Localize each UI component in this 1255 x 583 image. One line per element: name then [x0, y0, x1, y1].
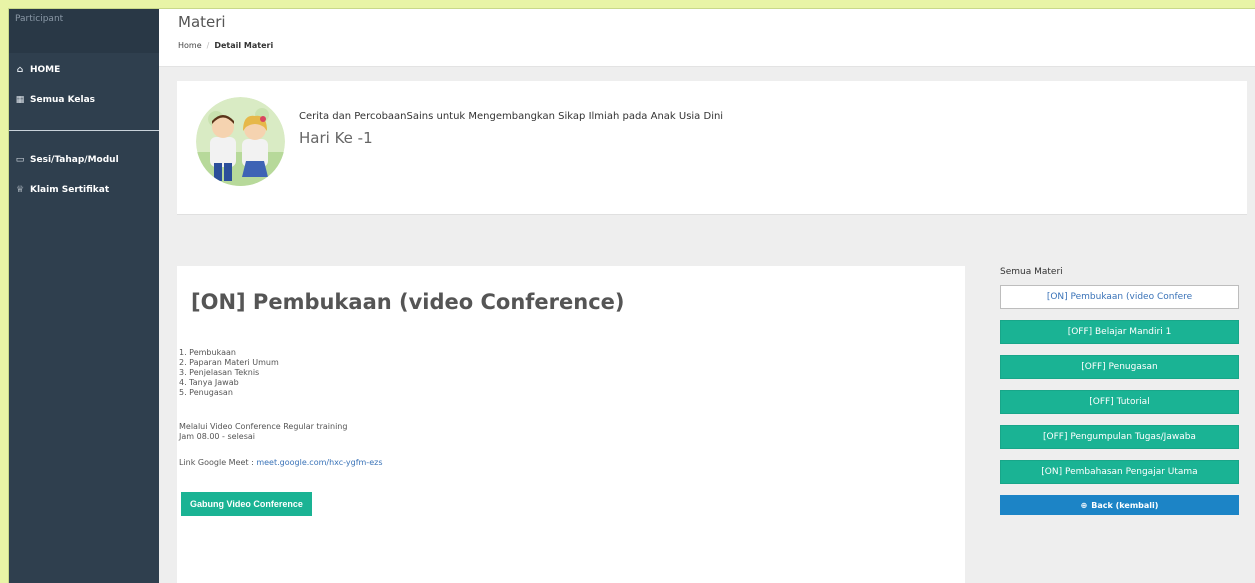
back-button-label: Back (kembali) — [1091, 500, 1159, 510]
material-item-tutorial[interactable]: [OFF] Tutorial — [1000, 390, 1239, 414]
back-arrow-icon: ⊕ — [1080, 500, 1088, 510]
course-title: Cerita dan PercobaanSains untuk Mengemba… — [299, 111, 724, 122]
join-video-conference-button[interactable]: Gabung Video Conference — [181, 492, 312, 516]
sidebar-item-semua-kelas[interactable]: ▦ Semua Kelas — [15, 95, 95, 105]
course-day: Hari Ke -1 — [299, 129, 373, 147]
agenda-item: 1. Pembukaan — [179, 348, 236, 357]
materials-panel: Semua Materi [ON] Pembukaan (video Confe… — [1000, 267, 1240, 526]
material-item-pengumpulan[interactable]: [OFF] Pengumpulan Tugas/Jawaba — [1000, 425, 1239, 449]
meet-link-line: Link Google Meet : meet.google.com/hxc-y… — [179, 458, 382, 467]
agenda-item: 2. Paparan Materi Umum — [179, 358, 279, 367]
page-header: Materi Home / Detail Materi — [159, 9, 1255, 67]
user-role: Participant — [15, 14, 64, 24]
meet-link[interactable]: meet.google.com/hxc-ygfm-ezs — [256, 458, 382, 467]
agenda-list: 1. Pembukaan 2. Paparan Materi Umum 3. P… — [179, 348, 279, 398]
material-detail-card: [ON] Pembukaan (video Conference) 1. Pem… — [177, 266, 965, 583]
sidebar-item-label: Semua Kelas — [30, 95, 96, 105]
sidebar-item-label: Klaim Sertifikat — [30, 185, 110, 195]
back-button[interactable]: ⊕ Back (kembali) — [1000, 495, 1239, 515]
material-item-pembahasan[interactable]: [ON] Pembahasan Pengajar Utama — [1000, 460, 1239, 484]
sidebar: Participant ⌂ HOME ▦ Semua Kelas ▭ Sesi/… — [9, 9, 159, 583]
breadcrumb-current: Detail Materi — [214, 41, 274, 50]
meet-link-label: Link Google Meet : — [179, 458, 257, 467]
material-item-pembukaan[interactable]: [ON] Pembukaan (video Confere — [1000, 285, 1239, 309]
material-item-penugasan[interactable]: [OFF] Penugasan — [1000, 355, 1239, 379]
session-info: Melalui Video Conference Regular trainin… — [179, 422, 347, 442]
app-window: Participant ⌂ HOME ▦ Semua Kelas ▭ Sesi/… — [8, 8, 1255, 583]
agenda-item: 3. Penjelasan Teknis — [179, 368, 260, 377]
session-time: Jam 08.00 - selesai — [179, 432, 255, 441]
sidebar-item-home[interactable]: ⌂ HOME — [15, 65, 61, 75]
session-info-line: Melalui Video Conference Regular trainin… — [179, 422, 348, 431]
breadcrumb-separator: / — [206, 41, 210, 50]
sidebar-divider — [9, 130, 159, 131]
page-title: Materi — [178, 13, 226, 31]
sidebar-item-sesi[interactable]: ▭ Sesi/Tahap/Modul — [15, 155, 119, 165]
material-title: [ON] Pembukaan (video Conference) — [191, 290, 625, 314]
agenda-item: 5. Penugasan — [179, 388, 233, 397]
breadcrumb-home[interactable]: Home — [178, 41, 202, 50]
agenda-item: 4. Tanya Jawab — [179, 378, 239, 387]
breadcrumb: Home / Detail Materi — [178, 41, 273, 50]
material-item-belajar-mandiri[interactable]: [OFF] Belajar Mandiri 1 — [1000, 320, 1239, 344]
sidebar-item-label: Sesi/Tahap/Modul — [30, 155, 119, 165]
home-icon: ⌂ — [16, 65, 24, 75]
sidebar-item-label: HOME — [30, 65, 61, 75]
course-avatar — [196, 97, 285, 186]
main-area: Materi Home / Detail Materi Cerita dan P… — [159, 9, 1255, 583]
sidebar-item-klaim-sertifikat[interactable]: ♕ Klaim Sertifikat — [15, 185, 109, 195]
materials-heading: Semua Materi — [1000, 267, 1063, 277]
course-header-card: Cerita dan PercobaanSains untuk Mengemba… — [177, 81, 1247, 215]
calendar-icon: ▦ — [15, 95, 25, 105]
folder-icon: ▭ — [15, 155, 25, 165]
trophy-icon: ♕ — [15, 185, 25, 195]
sidebar-profile: Participant — [9, 9, 159, 53]
